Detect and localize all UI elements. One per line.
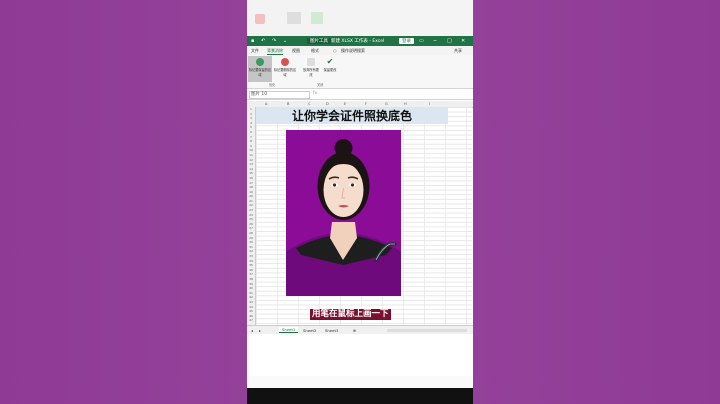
faded-header — [247, 0, 473, 36]
mark-keep-label: 标记要保留的区域 — [248, 68, 272, 77]
faded-icon — [311, 12, 323, 24]
bottom-black-bar — [247, 388, 473, 404]
login-button[interactable]: 登录 — [399, 38, 414, 44]
redo-icon[interactable]: ↷ — [272, 38, 276, 44]
sheet-tab[interactable]: Sheet3 — [325, 328, 338, 333]
ribbon: 标记要保留的区域 标记要删除的区域 放弃所有更改 ✔ 保留更改 优化 关闭 — [247, 55, 473, 89]
tab-background-removal[interactable]: 背景消除 — [267, 48, 283, 55]
tab-format[interactable]: 格式 — [311, 48, 319, 54]
discard-button[interactable]: 放弃所有更改 — [302, 56, 320, 82]
id-photo[interactable] — [286, 130, 401, 296]
column-header[interactable]: H — [404, 102, 407, 106]
share-button[interactable]: 共享 — [454, 48, 462, 54]
name-box[interactable]: 图片 10 — [249, 91, 310, 99]
video-subtitle: 用笔在鼠标上画一下 — [310, 309, 391, 320]
sheet-tab[interactable]: Sheet2 — [303, 328, 316, 333]
column-header[interactable]: G — [385, 102, 388, 106]
tab-file[interactable]: 文件 — [251, 48, 259, 54]
lightbulb-icon: ○ — [333, 48, 337, 53]
scroll-right-icon[interactable]: ▸ — [259, 328, 261, 333]
left-purple-panel — [0, 0, 247, 404]
fx-icon[interactable]: fx — [313, 91, 317, 96]
discard-label: 放弃所有更改 — [303, 68, 319, 77]
maximize-icon[interactable]: □ — [447, 38, 452, 44]
ribbon-display-icon[interactable]: ▭ — [419, 38, 424, 44]
mark-keep-button[interactable]: 标记要保留的区域 — [248, 56, 272, 82]
quick-access-icon[interactable]: ⌄ — [283, 38, 287, 44]
keep-changes-button[interactable]: ✔ 保留更改 — [320, 56, 340, 82]
ribbon-tabs: 文件 背景消除 视图 格式 ○ 操作说明搜索 共享 — [247, 46, 473, 55]
column-header[interactable]: F — [365, 102, 367, 106]
mark-remove-button[interactable]: 标记要删除的区域 — [273, 56, 297, 82]
faded-icon — [287, 12, 301, 24]
mark-remove-label: 标记要删除的区域 — [273, 68, 297, 77]
right-purple-panel — [473, 0, 720, 404]
sheet-tab[interactable]: Sheet1 — [279, 327, 299, 333]
group-refine-label: 优化 — [269, 83, 276, 87]
portrait-image — [286, 130, 401, 296]
title-bar: ▪ ↶ ↷ ⌄ 图片工具 新建 XLSX 工作表 - Excel 登录 ▭ − … — [247, 36, 473, 46]
tell-me-search[interactable]: 操作说明搜索 — [341, 48, 365, 54]
status-bar — [247, 376, 473, 388]
faded-icon — [255, 14, 265, 24]
discard-icon — [307, 58, 315, 66]
picture-tools-label: 图片工具 — [307, 38, 331, 44]
add-sheet-icon[interactable]: ⊕ — [353, 328, 356, 333]
column-header[interactable]: C — [308, 102, 310, 106]
plus-icon — [256, 58, 264, 66]
column-header[interactable]: B — [287, 102, 289, 106]
group-close-label: 关闭 — [317, 83, 324, 87]
undo-icon[interactable]: ↶ — [261, 38, 265, 44]
column-header[interactable]: D — [326, 102, 329, 106]
formula-bar: 图片 10 fx — [247, 90, 473, 100]
minimize-icon[interactable]: − — [433, 38, 437, 44]
keep-changes-label: 保留更改 — [323, 68, 337, 72]
column-header[interactable]: E — [344, 102, 346, 106]
window-title: 新建 XLSX 工作表 - Excel — [331, 39, 385, 44]
tab-view[interactable]: 视图 — [292, 48, 300, 54]
checkmark-icon: ✔ — [326, 57, 334, 66]
column-header[interactable]: I — [429, 102, 430, 106]
row-headers: 1 2 3 4 5 6 7 8 9 10 11 12 13 14 15 16 17 18 19 20 21 22 23 24 2… — [247, 107, 256, 325]
row-header[interactable]: 47 — [247, 318, 255, 323]
horizontal-scrollbar[interactable] — [387, 329, 467, 332]
minus-icon — [281, 58, 289, 66]
save-icon[interactable]: ▪ — [251, 38, 254, 44]
sheet-title[interactable]: 让你学会证件照换底色 — [256, 108, 448, 124]
scroll-left-icon[interactable]: ◂ — [251, 328, 253, 333]
close-icon[interactable]: ✕ — [461, 38, 465, 44]
column-header[interactable]: A — [265, 102, 267, 106]
